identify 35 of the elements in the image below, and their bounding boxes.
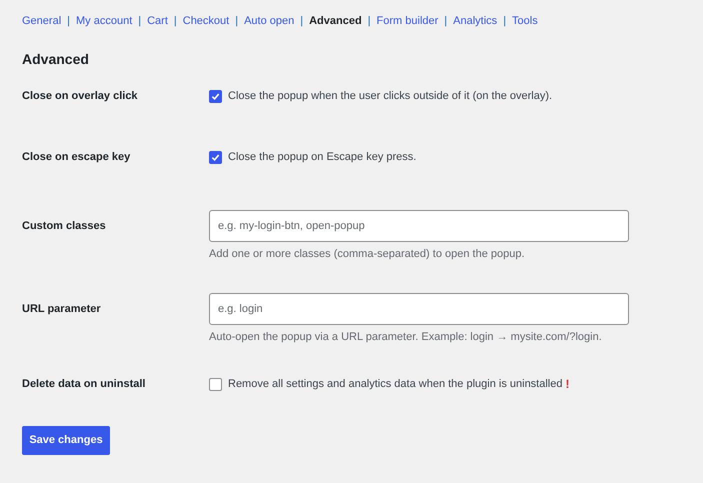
tab-separator: |	[503, 14, 506, 29]
save-button[interactable]: Save changes	[22, 426, 110, 455]
checkbox-label: Close the popup on Escape key press.	[228, 150, 416, 165]
tab-separator: |	[174, 14, 177, 29]
setting-label: Close on escape key	[22, 150, 132, 165]
tab-separator: |	[67, 14, 70, 29]
settings-tab[interactable]: Cart	[147, 12, 168, 30]
tab-separator: |	[368, 14, 371, 29]
tab-separator: |	[235, 14, 238, 29]
tab-separator: |	[300, 14, 304, 29]
checkbox[interactable]	[209, 90, 222, 102]
settings-tab[interactable]: General	[22, 12, 62, 30]
settings-tab[interactable]: My account	[76, 12, 132, 30]
section-heading: Advanced	[22, 50, 90, 68]
tab-separator: |	[138, 14, 142, 29]
text-input[interactable]: e.g. login	[209, 293, 629, 325]
checkbox[interactable]	[209, 150, 222, 164]
field-description: Auto-open the popup via a URL parameter. Example: login → mysite.com/?login.	[209, 330, 603, 345]
warning-mark: !	[565, 376, 570, 392]
setting-label: Close on overlay click	[22, 89, 139, 104]
text-input[interactable]: e.g. my-login-btn, open-popup	[209, 210, 629, 242]
settings-tab[interactable]: Analytics	[453, 12, 498, 30]
checkbox-label: Remove all settings and analytics data when the plugin is uninstalled	[228, 377, 562, 392]
setting-label: Custom classes	[22, 219, 107, 234]
settings-tab[interactable]: Form builder	[376, 12, 438, 30]
settings-tab[interactable]: Advanced	[309, 12, 362, 30]
checkbox[interactable]	[209, 378, 222, 390]
setting-label: Delete data on uninstall	[22, 377, 146, 392]
field-description: Add one or more classes (comma-separated) to open the popup.	[209, 247, 526, 262]
tab-separator: |	[444, 14, 448, 29]
settings-tab[interactable]: Auto open	[244, 12, 294, 30]
settings-tab[interactable]: Checkout	[182, 12, 230, 30]
settings-tab[interactable]: Tools	[512, 12, 538, 30]
setting-label: URL parameter	[22, 302, 102, 317]
checkbox-label: Close the popup when the user clicks outside of it (on the overlay).	[228, 89, 552, 104]
